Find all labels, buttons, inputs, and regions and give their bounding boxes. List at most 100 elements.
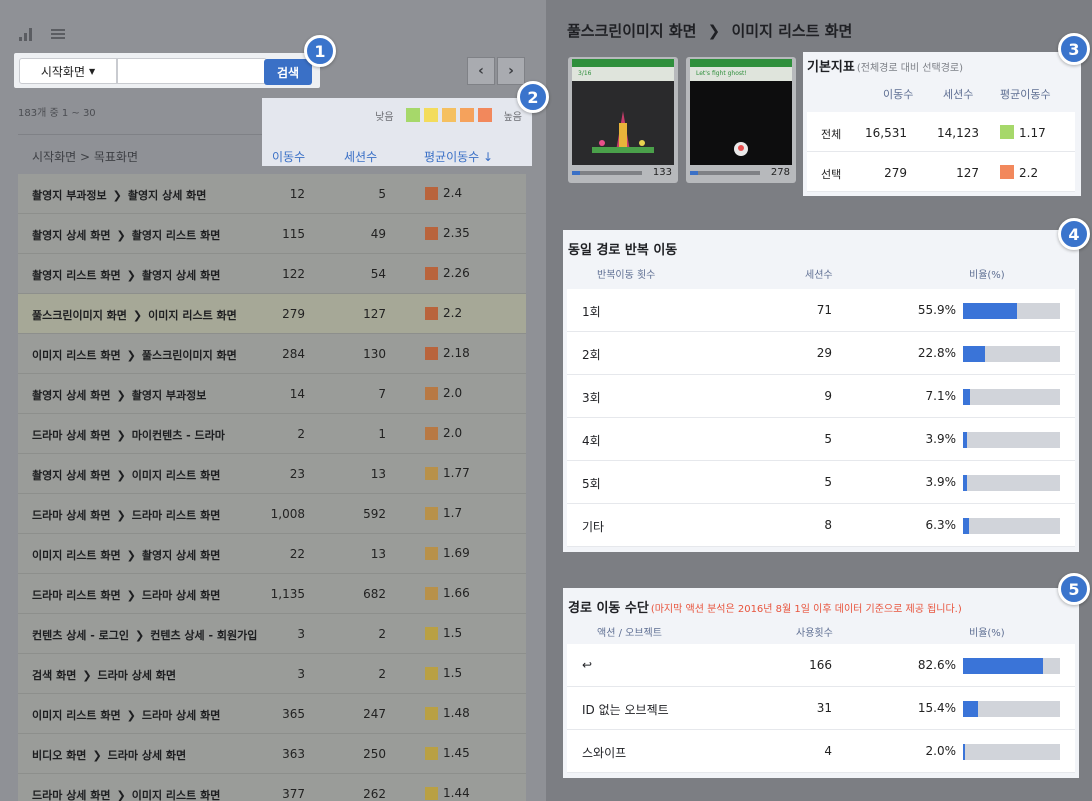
col-moves: 이동수 [883, 88, 914, 101]
route-moves: 377 [282, 787, 305, 801]
thumbnail-progress [690, 171, 760, 175]
arrow-right-icon: ❯ [126, 589, 136, 602]
table-row[interactable]: 촬영지 부과정보 ❯ 촬영지 상세 화면 12 5 2.4 [18, 174, 526, 214]
screen-thumbnail-to[interactable]: Let's fight ghost! 278 [686, 57, 796, 183]
table-row[interactable]: 이미지 리스트 화면 ❯ 촬영지 상세 화면 22 13 1.69 [18, 534, 526, 574]
hamburger-menu-icon[interactable] [50, 26, 66, 46]
means-row: ID 없는 오브젝트 31 15.4% [567, 687, 1075, 730]
table-row[interactable]: 검색 화면 ❯ 드라마 상세 화면 3 2 1.5 [18, 654, 526, 694]
route-color-swatch [425, 627, 438, 640]
basic-subtitle: (전체경로 대비 선택경로) [856, 63, 964, 74]
route-to: 촬영지 상세 화면 [141, 269, 221, 282]
table-row[interactable]: 촬영지 상세 화면 ❯ 촬영지 리스트 화면 115 49 2.35 [18, 214, 526, 254]
arrow-right-icon: ❯ [116, 509, 126, 522]
ratio-bar-fill [963, 701, 978, 717]
row-label: 선택 [821, 168, 842, 181]
table-row[interactable]: 드라마 상세 화면 ❯ 이미지 리스트 화면 377 262 1.44 [18, 774, 526, 801]
route-sessions: 13 [370, 547, 386, 561]
route-path: 이미지 리스트 화면 ❯ 풀스크린이미지 화면 [32, 347, 237, 363]
route-from: 촬영지 상세 화면 [32, 469, 111, 482]
table-row[interactable]: 드라마 상세 화면 ❯ 마이컨텐츠 - 드라마 2 1 2.0 [18, 414, 526, 454]
search-button[interactable]: 검색 [264, 59, 312, 85]
search-input[interactable] [117, 58, 267, 84]
table-row[interactable]: 드라마 상세 화면 ❯ 드라마 리스트 화면 1,008 592 1.7 [18, 494, 526, 534]
ratio-bar-fill [963, 518, 969, 534]
next-page-button[interactable]: › [497, 57, 525, 85]
row-label: 2회 [582, 348, 601, 362]
signal-bars-icon[interactable] [18, 26, 34, 46]
route-table: 촬영지 부과정보 ❯ 촬영지 상세 화면 12 5 2.4 촬영지 상세 화면 ❯ 촬영지 리스… [18, 174, 526, 801]
ratio-bar-track [963, 744, 1060, 760]
arrow-right-icon: ❯ [116, 789, 126, 801]
table-row[interactable]: 비디오 화면 ❯ 드라마 상세 화면 363 250 1.45 [18, 734, 526, 774]
step-badge-2: 2 [517, 81, 549, 113]
route-path: 촬영지 부과정보 ❯ 촬영지 상세 화면 [32, 187, 206, 203]
route-to: 촬영지 부과정보 [131, 389, 207, 402]
thumbnail-image [690, 81, 792, 165]
basic-metrics-title: 기본지표 (전체경로 대비 선택경로) [807, 56, 963, 75]
header-sessions[interactable]: 세션수 [344, 148, 377, 165]
legend-swatch [459, 108, 474, 122]
route-from: 촬영지 리스트 화면 [32, 269, 121, 282]
route-sessions: 592 [363, 507, 386, 521]
route-sessions: 2 [378, 627, 386, 641]
route-from: 비디오 화면 [32, 749, 87, 762]
route-to: 이미지 리스트 화면 [148, 309, 237, 322]
route-avg: 2.2 [443, 306, 463, 320]
table-row[interactable]: 컨텐츠 상세 - 로그인 ❯ 컨텐츠 상세 - 회원가입 3 2 1.5 [18, 614, 526, 654]
legend-low: 낮음 [375, 111, 394, 123]
route-from: 풀스크린이미지 화면 [32, 309, 127, 322]
screen-thumbnail-from[interactable]: 3/16 133 [568, 57, 678, 183]
route-path: 촬영지 리스트 화면 ❯ 촬영지 상세 화면 [32, 267, 220, 283]
route-sessions: 49 [370, 227, 386, 241]
row-label: 5회 [582, 477, 601, 491]
route-path: 이미지 리스트 화면 ❯ 촬영지 상세 화면 [32, 547, 220, 563]
route-color-swatch [425, 187, 438, 200]
repeat-title: 동일 경로 반복 이동 [568, 243, 678, 258]
row-percent: 2.0% [925, 744, 957, 758]
table-row[interactable]: 드라마 리스트 화면 ❯ 드라마 상세 화면 1,135 682 1.66 [18, 574, 526, 614]
basic-metrics-card: 기본지표 (전체경로 대비 선택경로) 이동수 세션수 평균이동수 전체 16,5… [803, 52, 1081, 196]
route-moves: 365 [282, 707, 305, 721]
route-sessions: 1 [378, 427, 386, 441]
arrow-right-icon: ❯ [126, 709, 136, 722]
start-screen-select[interactable]: 시작화면 ▼ [19, 58, 117, 84]
thumbnail-caption: Let's fight ghost! [690, 67, 792, 81]
table-row[interactable]: 촬영지 상세 화면 ❯ 이미지 리스트 화면 23 13 1.77 [18, 454, 526, 494]
route-color-swatch [425, 547, 438, 560]
table-row[interactable]: 촬영지 상세 화면 ❯ 촬영지 부과정보 14 7 2.0 [18, 374, 526, 414]
table-row[interactable]: 이미지 리스트 화면 ❯ 풀스크린이미지 화면 284 130 2.18 [18, 334, 526, 374]
route-to: 드라마 상세 화면 [141, 709, 221, 722]
route-to: 드라마 리스트 화면 [131, 509, 221, 522]
route-path: 촬영지 상세 화면 ❯ 촬영지 부과정보 [32, 387, 206, 403]
row-avg: 1.17 [1019, 126, 1046, 140]
route-avg: 1.48 [443, 706, 470, 720]
table-row[interactable]: 풀스크린이미지 화면 ❯ 이미지 리스트 화면 279 127 2.2 [18, 294, 526, 334]
top-icons [18, 26, 66, 46]
route-from: 촬영지 상세 화면 [32, 229, 111, 242]
route-moves: 14 [289, 387, 305, 401]
col-ratio: 비율(%) [969, 628, 1005, 639]
route-moves: 3 [297, 627, 305, 641]
route-avg: 1.44 [443, 786, 470, 800]
means-row: ↩ 166 82.6% [567, 644, 1075, 687]
arrow-right-icon: ❯ [116, 229, 126, 242]
route-moves: 115 [282, 227, 305, 241]
ratio-bar-track [963, 658, 1060, 674]
prev-page-button[interactable]: ‹ [467, 57, 495, 85]
route-avg: 2.0 [443, 426, 463, 440]
means-title-text: 경로 이동 수단 [568, 601, 649, 616]
ratio-bar-track [963, 475, 1060, 491]
header-path[interactable]: 시작화면 > 목표화면 [32, 148, 138, 165]
caret-down-icon: ▼ [89, 66, 96, 76]
ratio-bar-track [963, 389, 1060, 405]
route-to: 풀스크린이미지 화면 [141, 349, 237, 362]
table-row[interactable]: 촬영지 리스트 화면 ❯ 촬영지 상세 화면 122 54 2.26 [18, 254, 526, 294]
row-percent: 22.8% [917, 346, 956, 360]
row-color-swatch [1000, 125, 1014, 139]
table-row[interactable]: 이미지 리스트 화면 ❯ 드라마 상세 화면 365 247 1.48 [18, 694, 526, 734]
header-moves[interactable]: 이동수 [272, 148, 305, 165]
thumbnail-count: 278 [770, 167, 790, 178]
header-avg[interactable]: 평균이동수 ↓ [424, 148, 493, 165]
route-avg: 2.26 [443, 266, 470, 280]
